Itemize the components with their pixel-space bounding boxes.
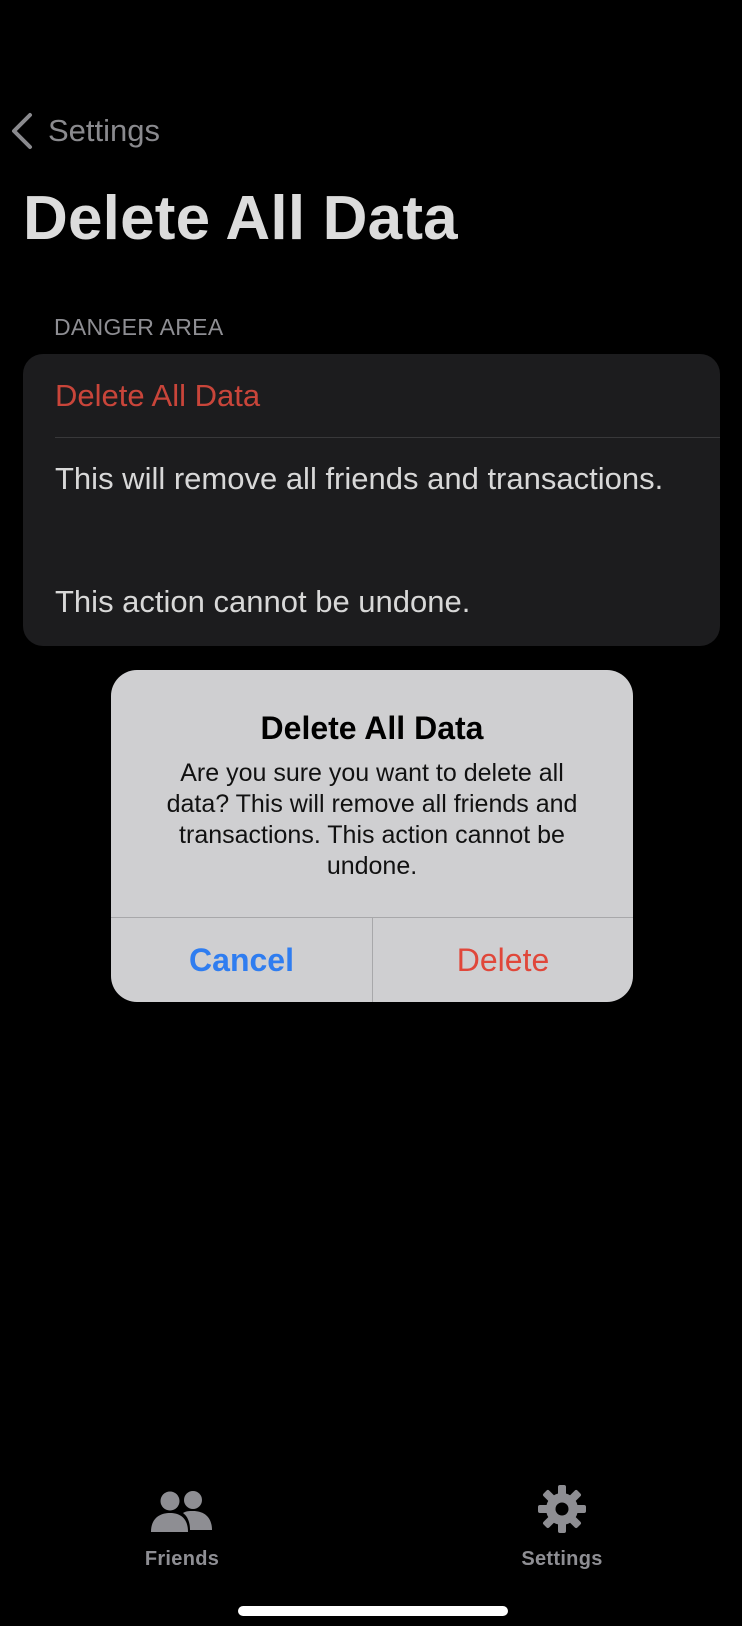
warning-text: This action cannot be undone. bbox=[55, 584, 471, 619]
back-button[interactable]: Settings bbox=[10, 112, 160, 150]
danger-area-group: Delete All Data This will remove all fri… bbox=[23, 354, 720, 646]
delete-button[interactable]: Delete bbox=[373, 918, 633, 1002]
gear-icon bbox=[537, 1484, 587, 1534]
tab-friends-label: Friends bbox=[144, 1548, 220, 1570]
description-text: This will remove all friends and transac… bbox=[55, 461, 664, 496]
tab-settings[interactable]: Settings bbox=[482, 1484, 642, 1571]
home-indicator[interactable] bbox=[238, 1606, 508, 1616]
delete-all-data-row[interactable]: Delete All Data bbox=[55, 378, 260, 414]
delete-confirmation-alert: Delete All Data Are you sure you want to… bbox=[111, 670, 633, 1002]
row-divider bbox=[55, 437, 720, 438]
cancel-button[interactable]: Cancel bbox=[111, 918, 372, 1002]
tab-friends[interactable]: Friends bbox=[102, 1484, 262, 1571]
page-title: Delete All Data bbox=[23, 184, 458, 253]
alert-message: Are you sure you want to delete all data… bbox=[166, 759, 578, 880]
people-icon bbox=[150, 1484, 214, 1534]
chevron-left-icon bbox=[12, 113, 32, 149]
section-header: DANGER AREA bbox=[54, 314, 224, 340]
tab-settings-label: Settings bbox=[521, 1548, 603, 1570]
alert-title: Delete All Data bbox=[260, 710, 484, 746]
back-button-label: Settings bbox=[48, 113, 161, 148]
